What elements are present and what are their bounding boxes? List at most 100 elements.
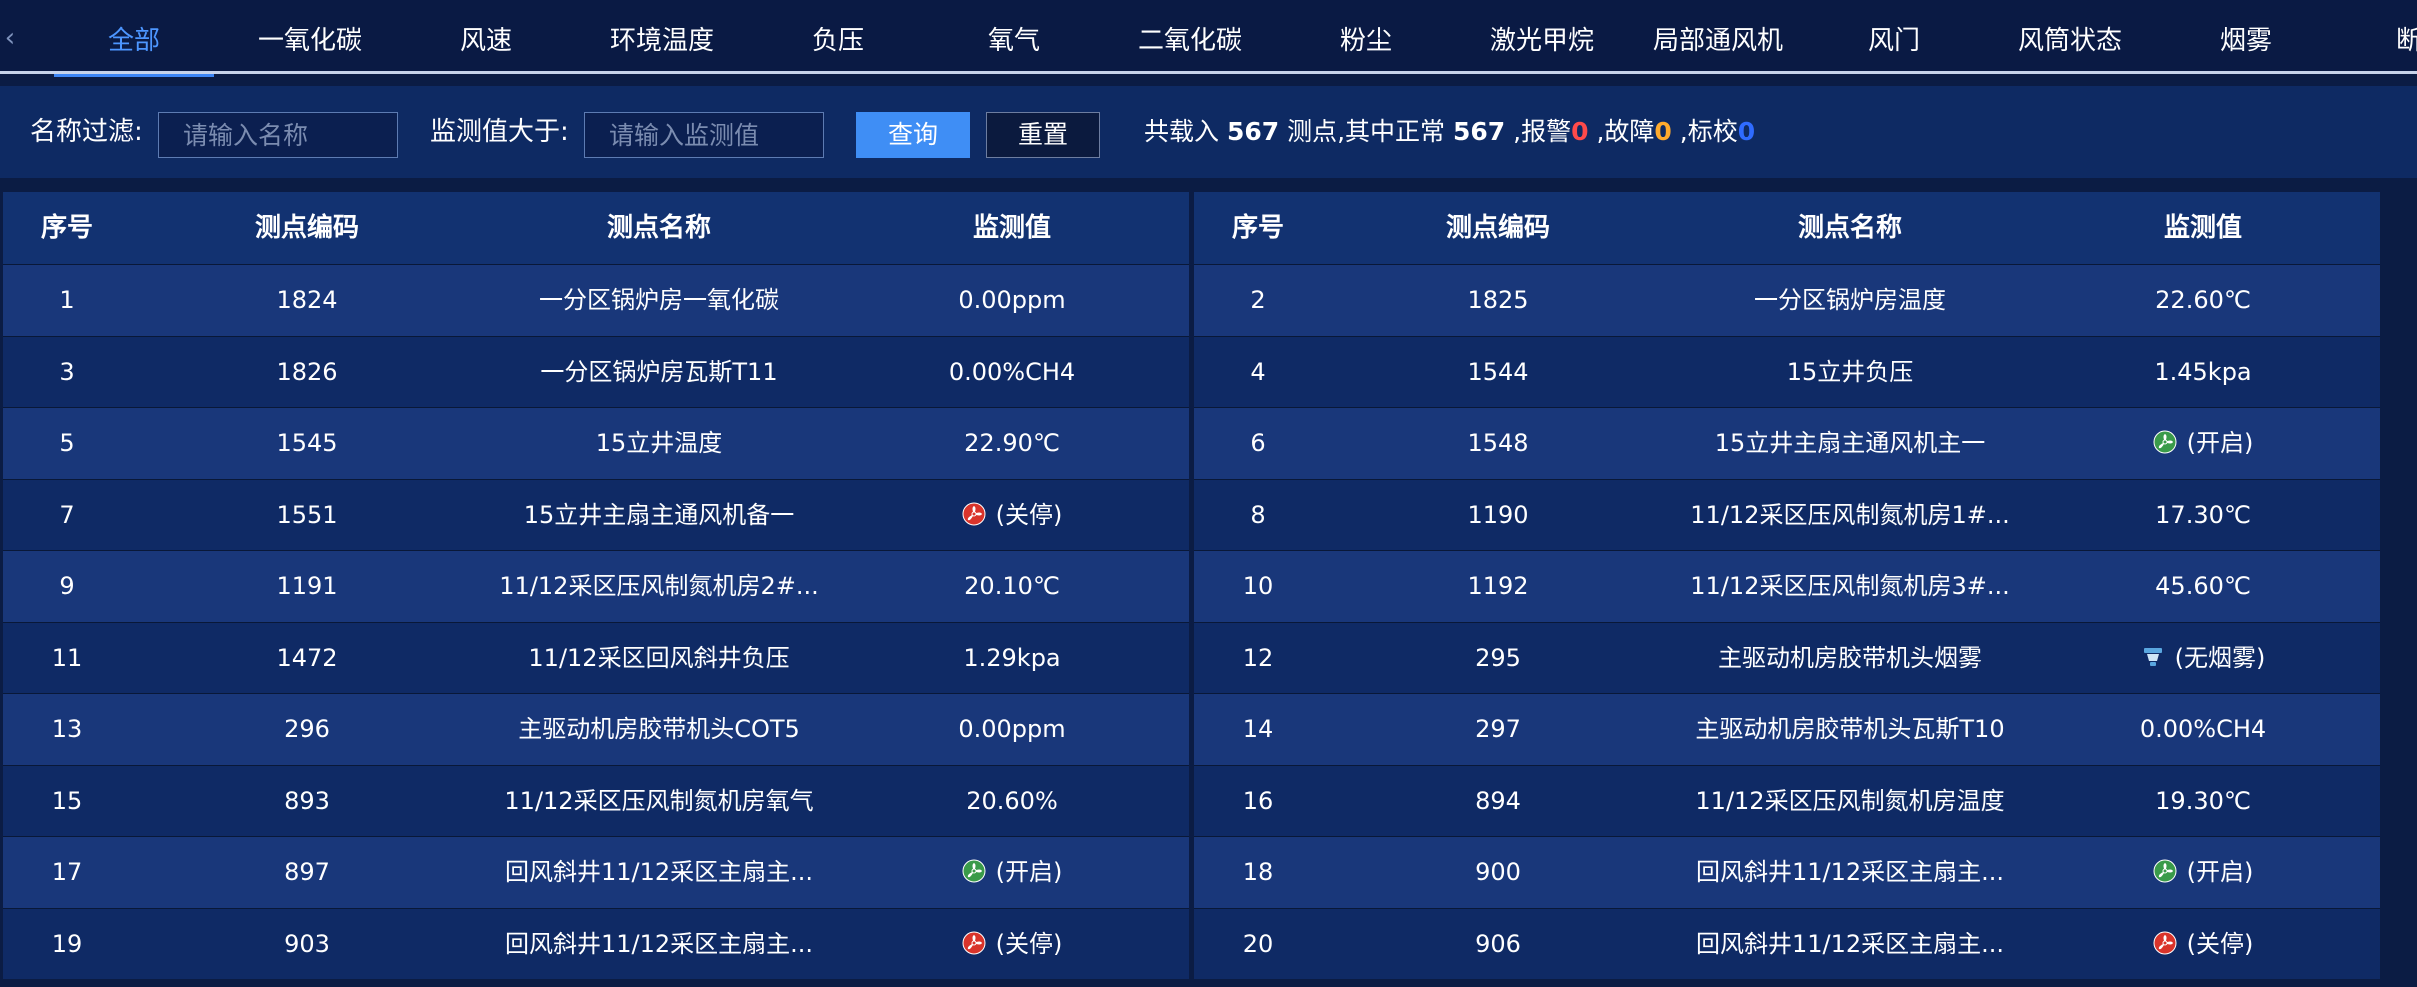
summary-fault-label: ,故障 xyxy=(1596,117,1655,146)
cell-value: 19.30℃ xyxy=(2026,766,2380,836)
table-row[interactable]: 9 1191 11/12采区压风制氮机房2#... 20.10℃ xyxy=(3,550,1189,622)
cell-code: 900 xyxy=(1475,858,1521,886)
cell-name: 11/12采区压风制氮机房氧气 xyxy=(504,786,814,815)
table-row[interactable]: 10 1192 11/12采区压风制氮机房3#... 45.60℃ xyxy=(1194,550,2380,622)
cell-name: 主驱动机房胶带机头烟雾 xyxy=(1718,643,1982,672)
table-body: 1 1824 一分区锅炉房一氧化碳 0.00ppm 3 1826 一分区锅炉房瓦斯T11 0.… xyxy=(3,264,1189,979)
reset-button[interactable]: 重置 xyxy=(986,112,1100,158)
cell-index: 8 xyxy=(1250,500,1266,529)
fan-on-icon xyxy=(2153,430,2177,454)
cell-code: 1548 xyxy=(1467,429,1529,457)
table-row[interactable]: 6 1548 15立井主扇主通风机主一 (开启) xyxy=(1194,407,2380,479)
filter-bar: 名称过滤: 监测值大于: 查询 重置 共载入 567 测点,其中正常 567 ,… xyxy=(0,86,2417,178)
cell-name: 15立井温度 xyxy=(595,429,723,457)
cell-index: 3 xyxy=(59,357,75,386)
table-row[interactable]: 14 297 主驱动机房胶带机头瓦斯T10 0.00%CH4 xyxy=(1194,693,2380,765)
table-row[interactable]: 1 1824 一分区锅炉房一氧化碳 0.00ppm xyxy=(3,264,1189,336)
table-row[interactable]: 8 1190 11/12采区压风制氮机房1#... 17.30℃ xyxy=(1194,478,2380,550)
table-row[interactable]: 13 296 主驱动机房胶带机头COT5 0.00ppm xyxy=(3,693,1189,765)
cell-name: 主驱动机房胶带机头COT5 xyxy=(518,715,800,743)
cell-value-text: 1.45kpa xyxy=(2154,357,2252,386)
cell-value-text: 20.10℃ xyxy=(964,572,1060,600)
tab-item[interactable]: 二氧化碳 xyxy=(1102,0,1278,74)
table-row[interactable]: 5 1545 15立井温度 22.90℃ xyxy=(3,407,1189,479)
tab-item[interactable]: 粉尘 xyxy=(1278,0,1454,74)
header-name: 测点名称 xyxy=(1797,213,1902,243)
cell-value-text: 0.00%CH4 xyxy=(2139,715,2267,743)
cell-name: 11/12采区压风制氮机房3#... xyxy=(1690,572,2010,600)
cell-index: 20 xyxy=(1242,929,1274,958)
tab-item[interactable]: 环境温度 xyxy=(574,0,750,74)
cell-index: 6 xyxy=(1250,429,1266,457)
table-row[interactable]: 17 897 回风斜井11/12采区主扇主... (开启) xyxy=(3,836,1189,908)
header-code: 测点编码 xyxy=(1445,213,1550,243)
cell-code: 1825 xyxy=(1467,286,1529,314)
table-row[interactable]: 19 903 回风斜井11/12采区主扇主... (关停) xyxy=(3,907,1189,979)
cell-value-text: 22.60℃ xyxy=(2155,286,2251,314)
table-row[interactable]: 2 1825 一分区锅炉房温度 22.60℃ xyxy=(1194,264,2380,336)
tab-item[interactable]: 烟雾 xyxy=(2158,0,2334,74)
cell-code: 1192 xyxy=(1467,572,1529,600)
summary-prefix: 共载入 xyxy=(1144,117,1220,146)
cell-value-text: 45.60℃ xyxy=(2155,572,2251,600)
tab-item[interactable]: 激光甲烷 xyxy=(1454,0,1630,74)
table-header: 序号 测点编码 测点名称 监测值 xyxy=(1194,192,2380,264)
cell-value-text: 20.60% xyxy=(966,786,1058,815)
cell-value: (关停) xyxy=(835,480,1189,550)
query-button[interactable]: 查询 xyxy=(856,112,970,158)
table-row[interactable]: 11 1472 11/12采区回风斜井负压 1.29kpa xyxy=(3,621,1189,693)
fan-on-icon xyxy=(962,859,986,883)
cell-code: 906 xyxy=(1475,929,1521,958)
header-index: 序号 xyxy=(40,213,93,243)
tab-item[interactable]: 负压 xyxy=(750,0,926,74)
tab-item[interactable]: 氧气 xyxy=(926,0,1102,74)
cell-name: 11/12采区回风斜井负压 xyxy=(528,643,790,672)
cell-code: 897 xyxy=(284,858,330,886)
cell-value: (无烟雾) xyxy=(2026,623,2380,693)
tab-scroll-left-icon[interactable]: ‹ xyxy=(0,18,20,58)
cell-name: 主驱动机房胶带机头瓦斯T10 xyxy=(1695,715,2005,743)
name-filter-input[interactable] xyxy=(158,112,398,158)
table-row[interactable]: 20 906 回风斜井11/12采区主扇主... (关停) xyxy=(1194,907,2380,979)
table-row[interactable]: 18 900 回风斜井11/12采区主扇主... (开启) xyxy=(1194,836,2380,908)
tab-item[interactable]: 局部通风机 xyxy=(1630,0,1806,74)
tab-item[interactable]: 风门 xyxy=(1806,0,1982,74)
cell-code: 1545 xyxy=(276,429,338,457)
fan-off-icon xyxy=(2153,931,2177,955)
table-row[interactable]: 16 894 11/12采区压风制氮机房温度 19.30℃ xyxy=(1194,764,2380,836)
cell-value-text: (开启) xyxy=(995,858,1063,886)
cell-index: 11 xyxy=(51,643,83,672)
category-tab-bar: ‹ 全部 一氧化碳 风速 环境温度 负压 氧气 二氧化碳 粉尘 激光甲烷 局部通风机 风门 风筒状态烟… xyxy=(0,0,2417,77)
cell-value: 1.29kpa xyxy=(835,623,1189,693)
cell-value: (关停) xyxy=(2026,909,2380,979)
cell-name: 11/12采区压风制氮机房2#... xyxy=(499,572,819,600)
cell-index: 7 xyxy=(59,500,75,529)
cell-index: 1 xyxy=(59,286,75,314)
value-filter-input[interactable] xyxy=(584,112,824,158)
header-name: 测点名称 xyxy=(606,213,711,243)
tab-item[interactable]: 一氧化碳 xyxy=(222,0,398,74)
tab-item[interactable]: 风筒状态 xyxy=(1982,0,2158,74)
cell-value: 0.00%CH4 xyxy=(2026,694,2380,764)
cell-name: 15立井负压 xyxy=(1786,357,1914,386)
cell-code: 1190 xyxy=(1467,500,1529,529)
table-row[interactable]: 12 295 主驱动机房胶带机头烟雾 (无烟雾) xyxy=(1194,621,2380,693)
cell-value-text: 0.00%CH4 xyxy=(948,357,1076,386)
cell-code: 1551 xyxy=(276,500,338,529)
table-row[interactable]: 3 1826 一分区锅炉房瓦斯T11 0.00%CH4 xyxy=(3,335,1189,407)
summary-total: 567 xyxy=(1226,117,1280,146)
cell-value: 0.00ppm xyxy=(835,694,1189,764)
table-row[interactable]: 4 1544 15立井负压 1.45kpa xyxy=(1194,335,2380,407)
tab-item[interactable]: 风速 xyxy=(398,0,574,74)
points-table-right: 序号 测点编码 测点名称 监测值 2 1825 一分区锅炉房温度 22.60℃ 4 154… xyxy=(1194,192,2380,987)
table-row[interactable]: 15 893 11/12采区压风制氮机房氧气 20.60% xyxy=(3,764,1189,836)
cell-value: 22.60℃ xyxy=(2026,265,2380,335)
cell-index: 14 xyxy=(1242,715,1274,743)
tab-item[interactable]: 全部 xyxy=(46,0,222,77)
table-row[interactable]: 7 1551 15立井主扇主通风机备一 (关停) xyxy=(3,478,1189,550)
tab-item[interactable]: 断电 xyxy=(2334,0,2417,74)
cell-value-text: 0.00ppm xyxy=(958,715,1066,743)
smoke-detector-icon xyxy=(2141,645,2165,669)
cell-name: 11/12采区压风制氮机房1#... xyxy=(1690,500,2010,529)
cell-code: 295 xyxy=(1475,643,1521,672)
